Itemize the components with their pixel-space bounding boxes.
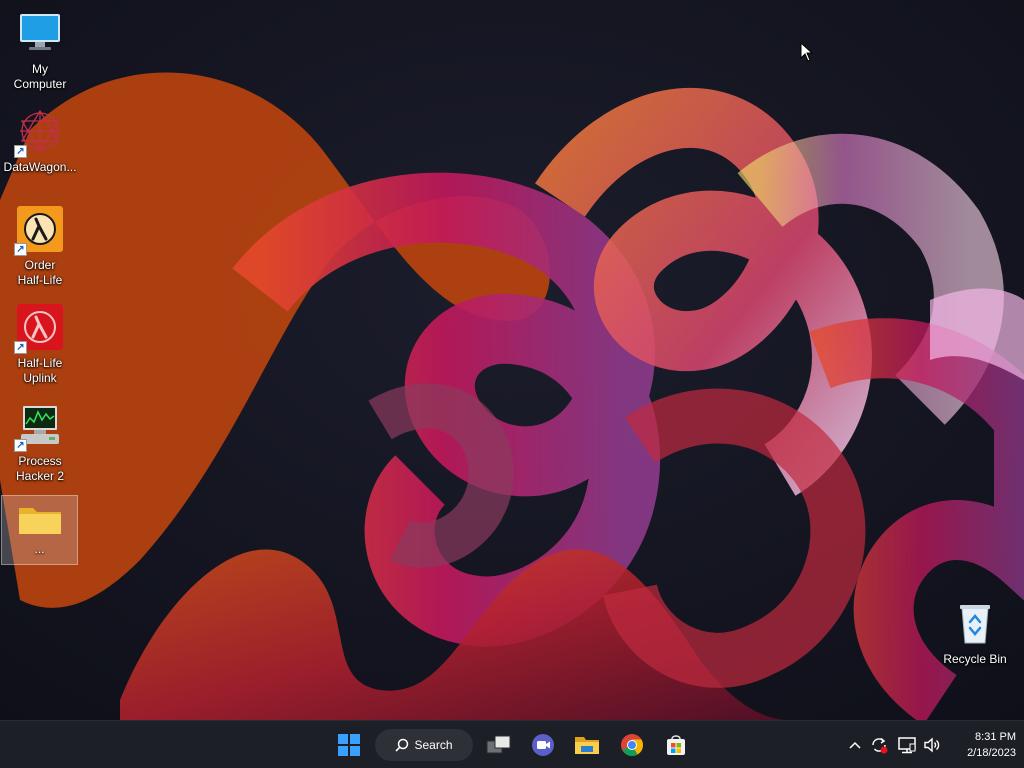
desktop-icon-datawagon[interactable]: ↗ DataWagon... — [2, 102, 78, 175]
process-hacker-icon: ↗ — [14, 400, 65, 452]
start-button[interactable] — [332, 728, 366, 762]
desktop-icon-my-computer[interactable]: My Computer — [2, 4, 78, 92]
datawagon-logo-icon: ↗ — [14, 106, 65, 158]
desktop-icon-label: DataWagon... — [3, 160, 77, 174]
volume-icon — [924, 737, 940, 753]
desktop-icon-half-life-uplink[interactable]: ↗ Half-Life Uplink — [2, 298, 78, 386]
desktop-icon-label: Process Hacker 2 — [15, 454, 65, 483]
shortcut-arrow-icon: ↗ — [14, 439, 27, 452]
chevron-up-icon — [849, 741, 861, 749]
desktop-icon-process-hacker[interactable]: ↗ Process Hacker 2 — [2, 396, 78, 484]
clock-date: 2/18/2023 — [967, 747, 1016, 759]
store-button[interactable] — [659, 728, 693, 762]
network-button[interactable] — [897, 735, 917, 755]
meet-icon — [532, 734, 554, 756]
task-view-button[interactable] — [482, 728, 516, 762]
chrome-icon — [621, 734, 643, 756]
search-button[interactable]: Search — [375, 729, 473, 761]
desktop-icon-label: Recycle Bin — [943, 652, 1007, 666]
volume-button[interactable] — [922, 735, 942, 755]
meet-button[interactable] — [526, 728, 560, 762]
desktop-icon-folder[interactable]: ... — [1, 495, 78, 565]
clock-button[interactable]: 8:31 PM 2/18/2023 — [946, 729, 1016, 761]
network-icon — [898, 737, 916, 754]
desktop-wallpaper — [0, 0, 1024, 720]
task-view-icon — [486, 735, 511, 754]
desktop-icon-label: ... — [34, 542, 45, 556]
search-icon — [395, 738, 409, 752]
mouse-cursor-icon — [800, 42, 814, 62]
show-hidden-icons-button[interactable] — [845, 735, 865, 755]
half-life-uplink-icon: ↗ — [14, 302, 65, 354]
taskbar: Search 8:31 PM 2/18/2023 — [0, 720, 1024, 768]
desktop-icon-label: Half-Life Uplink — [17, 356, 63, 385]
shortcut-arrow-icon: ↗ — [14, 341, 27, 354]
half-life-lambda-icon: ↗ — [14, 204, 65, 256]
desktop-icon-order-half-life[interactable]: ↗ Order Half-Life — [2, 200, 78, 288]
desktop-icon-recycle-bin[interactable]: Recycle Bin — [940, 594, 1010, 667]
file-explorer-button[interactable] — [570, 728, 604, 762]
shortcut-arrow-icon: ↗ — [14, 145, 27, 158]
chrome-button[interactable] — [615, 728, 649, 762]
recycle-bin-icon — [950, 598, 1000, 648]
file-explorer-icon — [575, 737, 599, 754]
monitor-icon — [15, 8, 65, 58]
sync-icon — [872, 737, 888, 754]
search-label: Search — [414, 738, 453, 752]
store-icon — [667, 735, 685, 755]
folder-icon — [15, 500, 65, 540]
desktop-icon-label: Order Half-Life — [17, 258, 63, 287]
windows-start-icon — [338, 734, 360, 756]
clock-time: 8:31 PM — [975, 731, 1016, 743]
desktop-icon-label: My Computer — [13, 62, 67, 91]
shortcut-arrow-icon: ↗ — [14, 243, 27, 256]
sync-status-button[interactable] — [869, 735, 889, 755]
